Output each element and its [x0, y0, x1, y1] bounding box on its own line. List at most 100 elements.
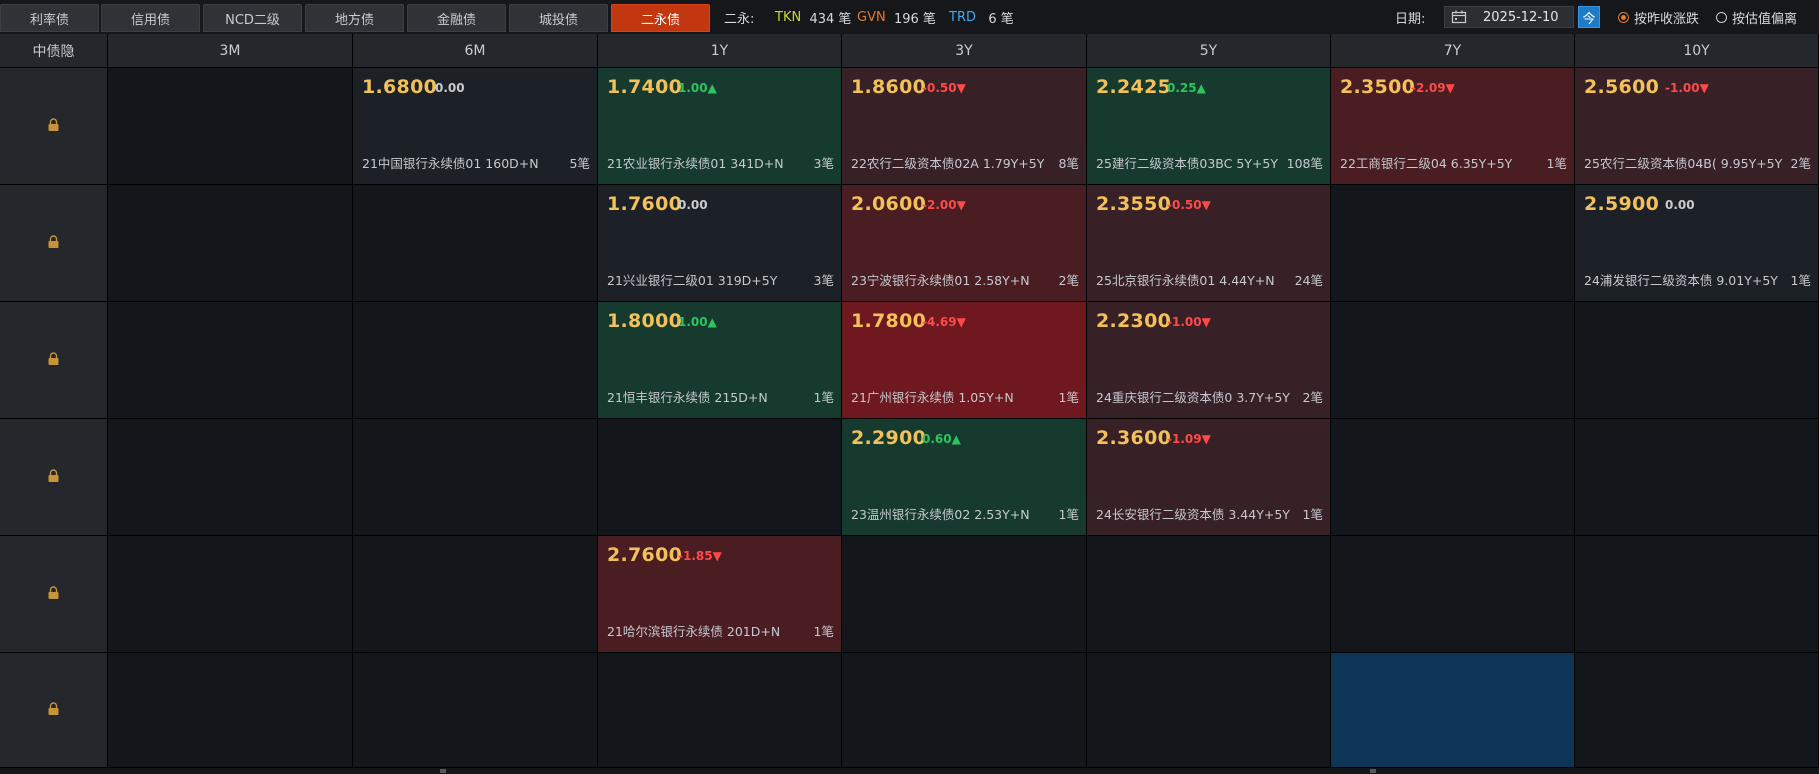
row-lock-cell[interactable] — [0, 536, 108, 653]
empty-cell[interactable] — [108, 653, 353, 768]
quote-cell[interactable]: 1.7400 1.00▲ 21农业银行永续债01 341D+N 3笔 — [598, 68, 842, 185]
tab-5[interactable]: 城投债 — [509, 4, 608, 32]
bond-name: 24长安银行二级资本债 3.44Y+5Y — [1096, 507, 1290, 522]
stat-label: 二永: — [724, 0, 754, 34]
empty-cell[interactable] — [108, 68, 353, 185]
date-value[interactable]: 2025-12-10 — [1483, 10, 1559, 25]
column-header-1[interactable]: 3M — [108, 34, 353, 68]
scroll-handle-left[interactable] — [440, 769, 446, 773]
quote-cell[interactable]: 2.2300 -1.00▼ 24重庆银行二级资本债0 3.7Y+5Y 2笔 — [1087, 302, 1331, 419]
quote-cell[interactable]: 1.7600 0.00 21兴业银行二级01 319D+5Y 3笔 — [598, 185, 842, 302]
trade-count: 1笔 — [1302, 507, 1323, 522]
quote-cell[interactable]: 2.2900 0.60▲ 23温州银行永续债02 2.53Y+N 1笔 — [842, 419, 1087, 536]
today-button[interactable]: 今 — [1578, 6, 1600, 28]
row-lock-cell[interactable] — [0, 185, 108, 302]
lock-icon[interactable] — [48, 585, 59, 603]
empty-cell[interactable] — [1331, 302, 1575, 419]
trd-value: 6 笔 — [988, 11, 1014, 27]
radio-checked-icon[interactable] — [1618, 11, 1629, 23]
row-lock-cell[interactable] — [0, 68, 108, 185]
quote-cell[interactable]: 2.5600 -1.00▼ 25农行二级资本债04B( 9.95Y+5Y 2笔 — [1575, 68, 1819, 185]
quote-cell[interactable]: 2.5900 0.00 24浦发银行二级资本债 9.01Y+5Y 1笔 — [1575, 185, 1819, 302]
empty-cell[interactable] — [842, 653, 1087, 768]
empty-cell[interactable] — [108, 536, 353, 653]
quote-cell[interactable]: 1.6800 0.00 21中国银行永续债01 160D+N 5笔 — [353, 68, 598, 185]
yield-change: 1.00▲ — [678, 81, 717, 95]
tab-6[interactable]: 二永债 — [611, 4, 710, 32]
lock-icon[interactable] — [48, 351, 59, 369]
stat-trd: TRD 6 笔 — [949, 0, 1014, 34]
empty-cell[interactable] — [108, 302, 353, 419]
empty-cell[interactable] — [353, 536, 598, 653]
scroll-handle-right[interactable] — [1370, 769, 1376, 773]
column-header-7[interactable]: 10Y — [1575, 34, 1819, 68]
tab-0[interactable]: 利率债 — [0, 4, 99, 32]
column-header-4[interactable]: 3Y — [842, 34, 1087, 68]
quote-cell[interactable]: 2.7600 -1.85▼ 21哈尔滨银行永续债 201D+N 1笔 — [598, 536, 842, 653]
tab-2[interactable]: NCD二级 — [203, 4, 302, 32]
empty-cell[interactable] — [1575, 536, 1819, 653]
empty-cell[interactable] — [1575, 653, 1819, 768]
empty-cell[interactable] — [1331, 185, 1575, 302]
radio-prev-close[interactable]: 按昨收涨跌 — [1618, 0, 1699, 34]
yield-change: 0.60▲ — [922, 432, 961, 446]
quote-cell[interactable]: 2.3550 -0.50▼ 25北京银行永续债01 4.44Y+N 24笔 — [1087, 185, 1331, 302]
lock-icon[interactable] — [48, 117, 59, 135]
lock-icon[interactable] — [48, 468, 59, 486]
empty-cell[interactable] — [1087, 653, 1331, 768]
quote-cell[interactable]: 2.2425 0.25▲ 25建行二级资本债03BC 5Y+5Y 108笔 — [1087, 68, 1331, 185]
trade-count: 1笔 — [1058, 507, 1079, 522]
trade-count: 1笔 — [1790, 273, 1811, 288]
lock-icon[interactable] — [48, 234, 59, 252]
tab-3[interactable]: 地方债 — [305, 4, 404, 32]
quote-cell[interactable]: 1.8600 -0.50▼ 22农行二级资本债02A 1.79Y+5Y 8笔 — [842, 68, 1087, 185]
lock-icon[interactable] — [48, 701, 59, 719]
row-lock-cell[interactable] — [0, 302, 108, 419]
row-lock-cell[interactable] — [0, 653, 108, 768]
yield-price: 2.3550 — [1096, 193, 1172, 215]
date-picker[interactable]: 2025-12-10 — [1444, 6, 1574, 28]
row-lock-cell[interactable] — [0, 419, 108, 536]
calendar-icon[interactable] — [1451, 10, 1467, 24]
yield-price: 2.2900 — [851, 427, 927, 449]
empty-cell[interactable] — [1331, 419, 1575, 536]
empty-cell[interactable] — [1087, 536, 1331, 653]
empty-cell[interactable] — [1331, 653, 1575, 768]
empty-cell[interactable] — [353, 302, 598, 419]
column-header-6[interactable]: 7Y — [1331, 34, 1575, 68]
radio-unchecked-icon[interactable] — [1716, 11, 1727, 23]
quote-cell[interactable]: 1.7800 -4.69▼ 21广州银行永续债 1.05Y+N 1笔 — [842, 302, 1087, 419]
empty-cell[interactable] — [1331, 536, 1575, 653]
empty-cell[interactable] — [1575, 419, 1819, 536]
trade-count: 5笔 — [569, 156, 590, 171]
gvn-label: GVN — [857, 9, 886, 25]
empty-cell[interactable] — [108, 419, 353, 536]
empty-cell[interactable] — [353, 185, 598, 302]
column-header-2[interactable]: 6M — [353, 34, 598, 68]
tkn-value: 434 笔 — [809, 11, 852, 27]
radio-valuation[interactable]: 按估值偏离 — [1716, 0, 1797, 34]
empty-cell[interactable] — [353, 419, 598, 536]
bond-name: 21广州银行永续债 1.05Y+N — [851, 390, 1014, 405]
column-header-5[interactable]: 5Y — [1087, 34, 1331, 68]
bond-name: 23宁波银行永续债01 2.58Y+N — [851, 273, 1030, 288]
quote-cell[interactable]: 2.0600 -2.00▼ 23宁波银行永续债01 2.58Y+N 2笔 — [842, 185, 1087, 302]
empty-cell[interactable] — [108, 185, 353, 302]
column-header-0[interactable]: 中债隐 — [0, 34, 108, 68]
empty-cell[interactable] — [842, 536, 1087, 653]
column-header-3[interactable]: 1Y — [598, 34, 842, 68]
tab-1[interactable]: 信用债 — [101, 4, 200, 32]
horizontal-scrollbar[interactable] — [0, 768, 1819, 774]
quote-cell[interactable]: 2.3500 -2.09▼ 22工商银行二级04 6.35Y+5Y 1笔 — [1331, 68, 1575, 185]
radio-prev-close-label: 按昨收涨跌 — [1634, 11, 1700, 27]
yield-price: 2.7600 — [607, 544, 683, 566]
empty-cell[interactable] — [353, 653, 598, 768]
empty-cell[interactable] — [1575, 302, 1819, 419]
trade-count: 2笔 — [1302, 390, 1323, 405]
empty-cell[interactable] — [598, 419, 842, 536]
empty-cell[interactable] — [598, 653, 842, 768]
yield-price: 2.3500 — [1340, 76, 1416, 98]
tab-4[interactable]: 金融债 — [407, 4, 506, 32]
quote-cell[interactable]: 1.8000 1.00▲ 21恒丰银行永续债 215D+N 1笔 — [598, 302, 842, 419]
quote-cell[interactable]: 2.3600 -1.09▼ 24长安银行二级资本债 3.44Y+5Y 1笔 — [1087, 419, 1331, 536]
